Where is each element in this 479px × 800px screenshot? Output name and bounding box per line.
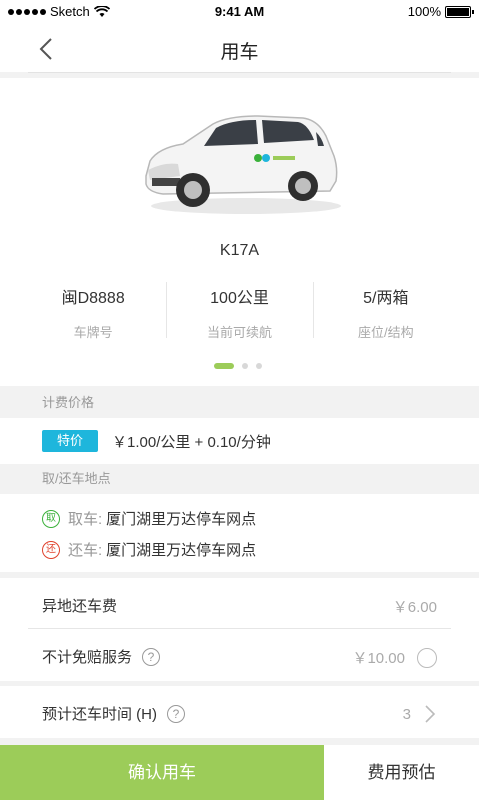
- car-model: K17A: [219, 242, 260, 259]
- remote-fee-row: 异地还车费 ￥6.00: [0, 578, 479, 630]
- pickup-label: 取车:: [68, 511, 103, 528]
- pager-dot[interactable]: [242, 363, 248, 369]
- spec-seats: 5/两箱 座位/结构: [312, 282, 459, 340]
- insurance-label: 不计免赔服务: [42, 649, 133, 666]
- return-badge-icon: 还: [42, 540, 60, 559]
- insurance-radio[interactable]: [417, 647, 437, 668]
- spec-range: 100公里 当前可续航: [166, 282, 312, 340]
- remote-fee-value: ￥6.00: [392, 599, 437, 616]
- spec-plate: 闽D8888 车牌号: [20, 282, 166, 340]
- spec-value: 闽D8888: [61, 290, 125, 307]
- pager-dot-active[interactable]: [214, 363, 234, 369]
- locations-block: 取 取车: 厦门湖里万达停车网点 还 还车: 厦门湖里万达停车网点: [0, 494, 479, 572]
- insurance-row[interactable]: 不计免赔服务 ? ￥10.00: [0, 629, 479, 681]
- return-location[interactable]: 还 还车: 厦门湖里万达停车网点: [42, 539, 256, 560]
- return-time-label: 预计还车时间 (H): [42, 706, 157, 723]
- return-time-value: 3: [402, 705, 411, 723]
- page-title: 用车: [220, 42, 259, 63]
- return-time-value-group: 3: [403, 704, 437, 724]
- nav-bar: 用车: [0, 24, 479, 72]
- insurance-label-group: 不计免赔服务 ?: [42, 646, 161, 667]
- nav-divider: [28, 72, 451, 73]
- return-time-label-group: 预计还车时间 (H) ?: [42, 703, 185, 724]
- spec-label: 当前可续航: [206, 325, 272, 340]
- chevron-right-icon: [425, 705, 436, 723]
- confirm-button[interactable]: 确认用车: [0, 745, 324, 800]
- image-pager[interactable]: [214, 363, 262, 369]
- battery-icon: [445, 5, 474, 18]
- pricing-row: 特价 ￥1.00/公里 + 0.10/分钟: [0, 418, 479, 464]
- battery-percent: 100%: [407, 4, 441, 19]
- car-card: K17A 闽D8888 车牌号 100公里 当前可续航 5/两箱 座位/结构: [0, 78, 479, 386]
- pager-dot[interactable]: [256, 363, 262, 369]
- return-time-row[interactable]: 预计还车时间 (H) ? 3: [0, 686, 479, 738]
- spec-value: 100公里: [210, 290, 269, 307]
- insurance-value: ￥10.00: [352, 650, 405, 667]
- pickup-location[interactable]: 取 取车: 厦门湖里万达停车网点: [42, 508, 256, 529]
- remote-fee-label: 异地还车费: [42, 598, 118, 615]
- spec-label: 车牌号: [73, 325, 113, 340]
- spec-label: 座位/结构: [358, 325, 414, 340]
- special-tag: 特价: [42, 430, 98, 452]
- return-label: 还车:: [68, 542, 103, 559]
- spec-row: 闽D8888 车牌号 100公里 当前可续航 5/两箱 座位/结构: [20, 282, 459, 340]
- return-value: 厦门湖里万达停车网点: [106, 542, 257, 559]
- spec-value: 5/两箱: [363, 290, 409, 307]
- price-text: ￥1.00/公里 + 0.10/分钟: [112, 434, 271, 451]
- pricing-header: 计费价格: [0, 388, 479, 418]
- help-icon[interactable]: ?: [142, 647, 161, 666]
- help-icon[interactable]: ?: [167, 704, 185, 723]
- car-image: [145, 115, 341, 214]
- status-bar: Sketch 9:41 AM 100%: [0, 0, 479, 24]
- locations-header: 取/还车地点: [0, 464, 479, 494]
- pickup-value: 厦门湖里万达停车网点: [106, 511, 257, 528]
- estimate-button[interactable]: 费用预估: [324, 745, 479, 800]
- insurance-value-group: ￥10.00: [352, 647, 437, 668]
- bottom-bar: 确认用车 费用预估: [0, 745, 479, 800]
- status-right: 100%: [407, 4, 474, 19]
- pickup-badge-icon: 取: [42, 509, 60, 528]
